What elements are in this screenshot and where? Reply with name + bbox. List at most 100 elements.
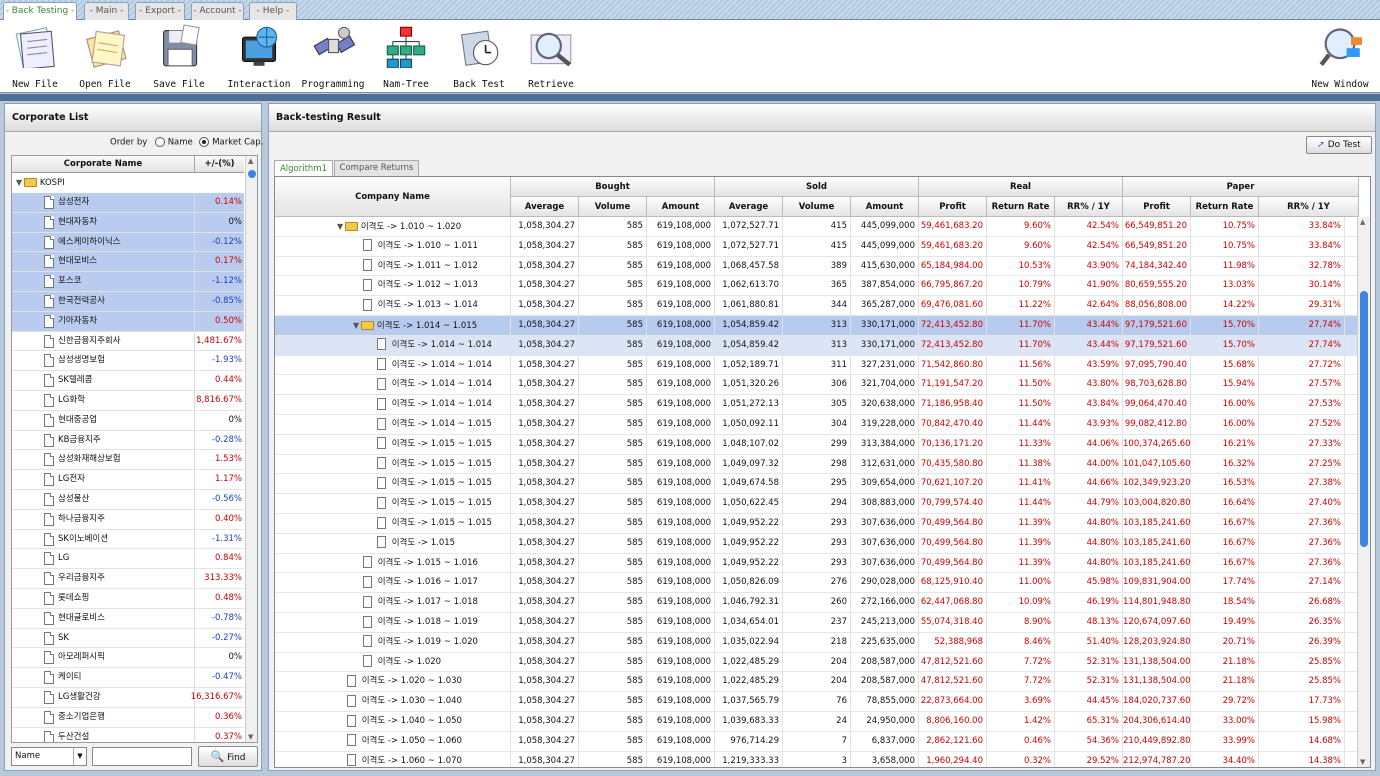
table-row[interactable]: 이격도 -> 1.060 ~ 1.070 1,058,304.27 585 619,1… <box>275 751 1358 767</box>
list-item[interactable]: LG화학 8,816.67% <box>12 391 244 411</box>
list-item[interactable]: 삼성생명보험 -1.93% <box>12 351 244 372</box>
list-item[interactable]: 삼성전자 0.14% <box>12 193 244 213</box>
expand-icon[interactable]: ▼ <box>337 217 343 236</box>
toolbar-nam-tree-button[interactable]: Nam-Tree <box>375 22 437 92</box>
table-row[interactable]: 이격도 -> 1.016 ~ 1.017 1,058,304.27 585 619,1… <box>275 573 1358 594</box>
column-header[interactable]: Average <box>511 197 579 217</box>
table-row[interactable]: 이격도 -> 1.014 ~ 1.014 1,058,304.27 585 619,1… <box>275 395 1358 415</box>
list-item[interactable]: 에스케이하이닉스 -0.12% <box>12 232 244 253</box>
order-market-radio[interactable] <box>199 137 210 147</box>
toolbar-programming-button[interactable]: Programming <box>297 22 369 92</box>
list-item[interactable]: 아모레퍼시픽 0% <box>12 648 244 669</box>
new-window-button[interactable]: New Window <box>1305 22 1375 92</box>
table-row[interactable]: 이격도 -> 1.014 ~ 1.014 1,058,304.27 585 619,1… <box>275 355 1358 376</box>
corp-scrollbar[interactable]: ▲ ▼ <box>245 156 257 742</box>
table-row[interactable]: 이격도 -> 1.020 1,058,304.27 585 619,108,000 1,… <box>275 652 1358 673</box>
column-header[interactable]: Volume <box>579 197 647 217</box>
table-row[interactable]: 이격도 -> 1.019 ~ 1.020 1,058,304.27 585 619,1… <box>275 632 1358 653</box>
list-item[interactable]: 삼성물산 -0.56% <box>12 490 244 510</box>
company-name-header[interactable]: Company Name <box>275 177 511 217</box>
list-item[interactable]: 두산건설 0.37% <box>12 727 244 742</box>
expand-icon[interactable]: ▼ <box>353 316 359 335</box>
list-item[interactable]: 현대글로비스 -0.78% <box>12 608 244 629</box>
list-item[interactable]: LG전자 1.17% <box>12 470 244 490</box>
menu-tab-4[interactable]: - Help - <box>249 2 297 20</box>
tab-algorithm1[interactable]: Algorithm1 <box>274 160 333 177</box>
table-row[interactable]: 이격도 -> 1.015 ~ 1.015 1,058,304.27 585 619,1… <box>275 454 1358 475</box>
list-item[interactable]: 케이티 -0.47% <box>12 668 244 688</box>
column-header[interactable]: Volume <box>783 197 851 217</box>
column-header[interactable]: Amount <box>851 197 919 217</box>
table-row[interactable]: 이격도 -> 1.014 ~ 1.014 1,058,304.27 585 619,1… <box>275 335 1358 356</box>
column-header[interactable]: Return Rate <box>1191 197 1259 217</box>
list-item[interactable]: SK이노베이션 -1.31% <box>12 529 244 550</box>
table-row[interactable]: 이격도 -> 1.014 ~ 1.015 1,058,304.27 585 619,1… <box>275 415 1358 435</box>
table-row[interactable]: 이격도 -> 1.018 ~ 1.019 1,058,304.27 585 619,1… <box>275 613 1358 633</box>
list-item[interactable]: SK텔레콤 0.44% <box>12 371 244 391</box>
table-row[interactable]: 이격도 -> 1.013 ~ 1.014 1,058,304.27 585 619,1… <box>275 296 1358 316</box>
scroll-down-icon[interactable]: ▼ <box>248 733 253 741</box>
table-row[interactable]: 이격도 -> 1.011 ~ 1.012 1,058,304.27 585 619,1… <box>275 256 1358 277</box>
table-row[interactable]: 이격도 -> 1.015 ~ 1.016 1,058,304.27 585 619,1… <box>275 553 1358 574</box>
column-header[interactable]: Profit <box>1123 197 1191 217</box>
table-row[interactable]: 이격도 -> 1.020 ~ 1.030 1,058,304.27 585 619,1… <box>275 672 1358 693</box>
list-item[interactable]: 하나금융지주 0.40% <box>12 509 244 530</box>
tab-compare-returns[interactable]: Compare Returns <box>334 160 419 176</box>
toolbar-back-test-button[interactable]: Back Test <box>448 22 510 92</box>
table-row[interactable]: ▼ 이격도 -> 1.010 ~ 1.020 1,058,304.27 585 619… <box>275 217 1358 237</box>
list-item[interactable]: LG 0.84% <box>12 549 244 570</box>
column-header[interactable]: RR% / 1Y <box>1259 197 1359 217</box>
tree-root-kospi[interactable]: ▼ KOSPI <box>12 173 244 193</box>
table-row[interactable]: 이격도 -> 1.012 ~ 1.013 1,058,304.27 585 619,1… <box>275 276 1358 297</box>
table-row[interactable]: ▼ 이격도 -> 1.014 ~ 1.015 1,058,304.27 585 619… <box>275 316 1358 336</box>
list-item[interactable]: 현대자동차 0% <box>12 212 244 233</box>
list-item[interactable]: 현대중공업 0% <box>12 410 244 431</box>
list-item[interactable]: 중소기업은행 0.36% <box>12 707 244 728</box>
menu-tab-1[interactable]: - Main - <box>84 2 129 20</box>
grid-scrollbar[interactable]: ▲ ▼ <box>1357 217 1370 767</box>
list-item[interactable]: 롯데쇼핑 0.48% <box>12 589 244 609</box>
list-item[interactable]: 신한금융지주회사 1,481.67% <box>12 331 244 352</box>
scroll-up-icon[interactable]: ▲ <box>1360 218 1365 226</box>
column-header[interactable]: Amount <box>647 197 715 217</box>
scroll-up-icon[interactable]: ▲ <box>248 157 253 165</box>
column-header[interactable]: Profit <box>919 197 987 217</box>
list-item[interactable]: 포스코 -1.12% <box>12 272 244 292</box>
table-row[interactable]: 이격도 -> 1.010 ~ 1.011 1,058,304.27 585 619,1… <box>275 236 1358 257</box>
list-item[interactable]: 현대모비스 0.17% <box>12 252 244 273</box>
column-header[interactable]: RR% / 1Y <box>1055 197 1123 217</box>
list-item[interactable]: KB금융지주 -0.28% <box>12 430 244 451</box>
chevron-down-icon[interactable]: ▼ <box>73 748 86 765</box>
table-row[interactable]: 이격도 -> 1.014 ~ 1.014 1,058,304.27 585 619,1… <box>275 375 1358 396</box>
search-field-select[interactable]: Name ▼ <box>11 747 87 766</box>
list-item[interactable]: 삼성화재해상보험 1.53% <box>12 450 244 471</box>
table-row[interactable]: 이격도 -> 1.050 ~ 1.060 1,058,304.27 585 619,1… <box>275 731 1358 752</box>
toolbar-interaction-button[interactable]: Interaction <box>224 22 294 92</box>
scroll-thumb[interactable] <box>1360 291 1368 547</box>
menu-tab-2[interactable]: - Export - <box>135 2 185 20</box>
column-header[interactable]: Return Rate <box>987 197 1055 217</box>
expand-icon[interactable]: ▼ <box>16 173 22 192</box>
list-item[interactable]: LG생활건강 16,316.67% <box>12 688 244 708</box>
table-row[interactable]: 이격도 -> 1.015 1,058,304.27 585 619,108,000 1,… <box>275 533 1358 554</box>
menu-tab-0[interactable]: - Back Testing - <box>3 2 77 21</box>
toolbar-open-file-button[interactable]: Open File <box>74 22 136 92</box>
find-button[interactable]: 🔍 Find <box>198 746 258 767</box>
table-row[interactable]: 이격도 -> 1.017 ~ 1.018 1,058,304.27 585 619,1… <box>275 593 1358 613</box>
table-row[interactable]: 이격도 -> 1.015 ~ 1.015 1,058,304.27 585 619,1… <box>275 494 1358 514</box>
table-row[interactable]: 이격도 -> 1.015 ~ 1.015 1,058,304.27 585 619,1… <box>275 474 1358 495</box>
table-row[interactable]: 이격도 -> 1.015 ~ 1.015 1,058,304.27 585 619,1… <box>275 514 1358 534</box>
list-item[interactable]: 기아자동차 0.50% <box>12 311 244 332</box>
table-row[interactable]: 이격도 -> 1.030 ~ 1.040 1,058,304.27 585 619,1… <box>275 692 1358 712</box>
order-name-radio[interactable] <box>155 137 165 147</box>
search-input[interactable] <box>92 747 192 766</box>
table-row[interactable]: 이격도 -> 1.015 ~ 1.015 1,058,304.27 585 619,1… <box>275 434 1358 455</box>
column-header[interactable]: Average <box>715 197 783 217</box>
scroll-thumb[interactable] <box>248 170 256 178</box>
scroll-down-icon[interactable]: ▼ <box>1360 758 1365 766</box>
toolbar-retrieve-button[interactable]: Retrieve <box>520 22 582 92</box>
list-item[interactable]: 우리금융지주 313.33% <box>12 569 244 589</box>
menu-tab-3[interactable]: - Account - <box>191 2 244 20</box>
list-item[interactable]: SK -0.27% <box>12 628 244 649</box>
list-item[interactable]: 한국전력공사 -0.85% <box>12 292 244 312</box>
